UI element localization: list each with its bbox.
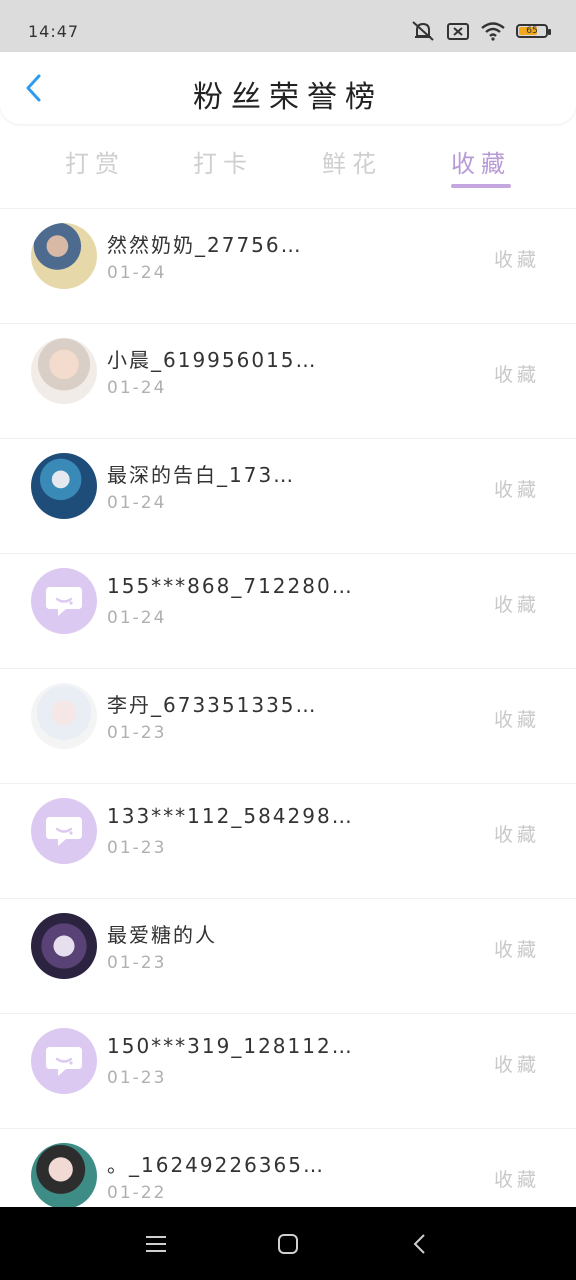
home-button[interactable] (268, 1227, 308, 1261)
date: 01-23 (107, 838, 167, 858)
status-bar: 14:47 65 (0, 0, 576, 52)
status-icons: 65 (410, 20, 551, 42)
system-back-button[interactable] (400, 1227, 440, 1261)
battery-icon: 65 (516, 24, 551, 38)
home-square-icon (278, 1234, 298, 1254)
user-name: 最深的告白_173… (107, 463, 296, 487)
date: 01-23 (107, 1068, 167, 1088)
action-label: 收藏 (493, 824, 540, 846)
list-item[interactable]: 133***112_584298… 01-23 收藏 (0, 783, 576, 898)
action-label: 收藏 (493, 479, 540, 501)
action-label: 收藏 (493, 709, 540, 731)
action-label: 收藏 (493, 939, 540, 961)
action-label: 收藏 (493, 594, 540, 616)
avatar[interactable] (31, 453, 97, 519)
date: 01-24 (107, 378, 167, 398)
chat-bubble-icon (46, 817, 82, 846)
active-tab-indicator (451, 184, 511, 188)
action-label: 收藏 (493, 249, 540, 271)
action-label: 收藏 (493, 364, 540, 386)
avatar[interactable] (31, 568, 97, 634)
list-item[interactable]: 最深的告白_173… 01-24 收藏 (0, 438, 576, 553)
avatar[interactable] (31, 683, 97, 749)
chat-bubble-icon (46, 1047, 82, 1076)
menu-icon (146, 1236, 166, 1252)
tab-reward[interactable]: 打赏 (45, 144, 145, 179)
avatar[interactable] (31, 223, 97, 289)
list-item[interactable]: 150***319_128112… 01-23 收藏 (0, 1013, 576, 1128)
list-item[interactable]: 李丹_673351335… 01-23 收藏 (0, 668, 576, 783)
user-name: 最爱糖的人 (107, 923, 217, 947)
user-name: 。_16249226365… (107, 1153, 325, 1177)
no-sim-icon (447, 23, 469, 40)
action-label: 收藏 (493, 1054, 540, 1076)
back-triangle-icon (413, 1234, 425, 1254)
date: 01-24 (107, 608, 167, 628)
menu-button[interactable] (136, 1227, 176, 1261)
tab-favorites[interactable]: 收藏 (431, 144, 531, 179)
avatar[interactable] (31, 913, 97, 979)
user-name: 133***112_584298… (107, 804, 354, 828)
user-name: 150***319_128112… (107, 1034, 354, 1058)
chat-bubble-icon (46, 587, 82, 616)
avatar[interactable] (31, 798, 97, 864)
mute-bell-icon (412, 21, 434, 41)
page-title: 粉丝荣誉榜 (193, 80, 383, 115)
status-time: 14:47 (28, 22, 80, 41)
avatar[interactable] (31, 338, 97, 404)
tab-checkin[interactable]: 打卡 (173, 144, 273, 179)
user-name: 李丹_673351335… (107, 693, 318, 717)
list-item[interactable]: 然然奶奶_27756… 01-24 收藏 (0, 208, 576, 323)
date: 01-23 (107, 953, 167, 973)
user-name: 小晨_619956015… (107, 348, 318, 372)
date: 01-24 (107, 263, 167, 283)
wifi-icon (481, 22, 505, 41)
system-nav-bar (0, 1207, 576, 1280)
list-item[interactable]: 最爱糖的人 01-23 收藏 (0, 898, 576, 1013)
avatar[interactable] (31, 1028, 97, 1094)
date: 01-23 (107, 723, 167, 743)
date: 01-24 (107, 493, 167, 513)
battery-tip (548, 29, 551, 35)
user-name: 155***868_712280… (107, 574, 354, 598)
fan-list: 然然奶奶_27756… 01-24 收藏 小晨_619956015… 01-24… (0, 208, 576, 1243)
tab-bar: 打赏 打卡 鲜花 收藏 (0, 124, 576, 194)
date: 01-22 (107, 1183, 167, 1203)
header: 粉丝荣誉榜 (0, 52, 576, 124)
action-label: 收藏 (493, 1169, 540, 1191)
avatar[interactable] (31, 1143, 97, 1209)
tab-flowers[interactable]: 鲜花 (302, 144, 402, 179)
battery-level: 65 (526, 26, 538, 36)
user-name: 然然奶奶_27756… (107, 233, 303, 257)
list-item[interactable]: 155***868_712280… 01-24 收藏 (0, 553, 576, 668)
list-item[interactable]: 小晨_619956015… 01-24 收藏 (0, 323, 576, 438)
